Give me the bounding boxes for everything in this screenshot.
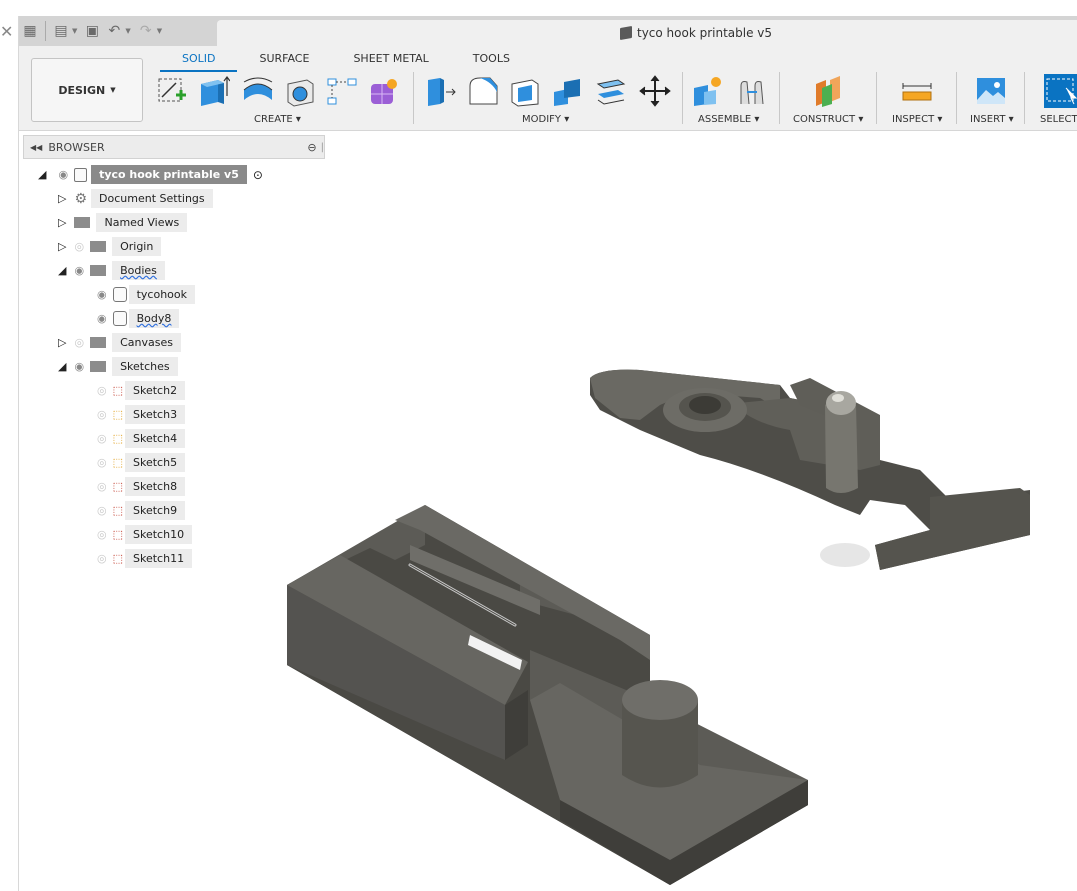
body8-model[interactable]: [287, 505, 808, 885]
image-icon: [977, 78, 1005, 104]
ribbon-divider: [682, 72, 683, 124]
ribbon-tabs: SOLID SURFACE SHEET METAL TOOLS: [160, 52, 532, 72]
inspect-group-label[interactable]: INSPECT ▾: [892, 114, 942, 125]
move-icon: [639, 75, 671, 107]
press-pull-button[interactable]: [424, 74, 458, 108]
ribbon-divider: [413, 72, 414, 124]
construct-label: CONSTRUCT: [793, 114, 856, 125]
assemble-group-label[interactable]: ASSEMBLE ▾: [698, 114, 759, 125]
shell-icon: [511, 79, 539, 107]
revolve-icon: [243, 77, 273, 100]
select-group-label[interactable]: SELECT: [1040, 114, 1077, 125]
tycohook-model[interactable]: [590, 369, 1030, 570]
move-button[interactable]: [638, 74, 672, 108]
insert-group-label[interactable]: INSERT ▾: [970, 114, 1014, 125]
measure-button[interactable]: [900, 74, 934, 108]
hole-icon: [287, 79, 314, 107]
create-label: CREATE: [254, 114, 293, 125]
create-form-button[interactable]: [367, 74, 401, 108]
document-title-text: tyco hook printable v5: [637, 26, 773, 40]
redo-icon[interactable]: ↷: [135, 20, 157, 42]
joint-icon: [740, 81, 764, 105]
new-component-icon: [694, 77, 721, 106]
ribbon-divider: [956, 72, 957, 124]
ribbon-divider: [1024, 72, 1025, 124]
combine-button[interactable]: [550, 74, 584, 108]
cursor-icon: [1046, 78, 1077, 105]
3d-viewport[interactable]: [19, 131, 1077, 891]
press-pull-icon: [428, 78, 456, 106]
tab-tools[interactable]: TOOLS: [451, 52, 532, 70]
insert-canvas-button[interactable]: [974, 74, 1008, 108]
undo-icon[interactable]: ↶: [103, 20, 125, 42]
create-sketch-button[interactable]: [155, 74, 189, 108]
undo-dropdown-icon[interactable]: ▼: [125, 27, 130, 35]
tab-surface[interactable]: SURFACE: [237, 52, 331, 70]
save-icon[interactable]: ▣: [81, 20, 103, 42]
inspect-label: INSPECT: [892, 114, 935, 125]
joint-button[interactable]: [735, 74, 769, 108]
offset-plane-button[interactable]: [812, 74, 846, 108]
extrude-icon: [201, 76, 230, 106]
assemble-label: ASSEMBLE: [698, 114, 752, 125]
measure-icon: [902, 83, 932, 101]
tab-sheet-metal[interactable]: SHEET METAL: [331, 52, 450, 70]
redo-dropdown-icon[interactable]: ▼: [157, 27, 162, 35]
quick-access-toolbar: ▦ ▤ ▼ ▣ ↶ ▼ ↷ ▼: [19, 16, 217, 46]
workspace-switcher[interactable]: DESIGN ▼: [31, 58, 143, 122]
fillet-icon: [469, 77, 498, 105]
create-group-label[interactable]: CREATE ▾: [254, 114, 301, 125]
file-dropdown-icon[interactable]: ▼: [72, 27, 77, 35]
close-icon[interactable]: ✕: [0, 22, 13, 41]
document-title: tyco hook printable v5: [620, 25, 773, 41]
construct-plane-icon: [816, 76, 840, 107]
workspace-label: DESIGN: [58, 83, 106, 97]
modify-label: MODIFY: [522, 114, 562, 125]
pattern-icon: [327, 78, 357, 105]
component-icon: [620, 25, 632, 41]
construct-group-label[interactable]: CONSTRUCT ▾: [793, 114, 863, 125]
combine-icon: [554, 79, 580, 106]
left-gutter: [0, 16, 19, 891]
select-button[interactable]: [1044, 74, 1077, 108]
offset-face-button[interactable]: [594, 74, 628, 108]
tab-solid[interactable]: SOLID: [160, 52, 238, 72]
rectangular-pattern-button[interactable]: [325, 74, 359, 108]
offset-face-icon: [596, 79, 626, 105]
hole-button[interactable]: [283, 74, 317, 108]
revolve-button[interactable]: [241, 74, 275, 108]
ribbon-divider: [779, 72, 780, 124]
shell-button[interactable]: [508, 74, 542, 108]
chevron-down-icon: ▼: [110, 86, 116, 94]
file-menu-icon[interactable]: ▤: [50, 20, 72, 42]
fillet-button[interactable]: [466, 74, 500, 108]
create-sketch-icon: [158, 78, 186, 102]
toolbar-divider: [45, 21, 46, 41]
modify-group-label[interactable]: MODIFY ▾: [522, 114, 569, 125]
window-top-strip: [0, 0, 1077, 16]
new-component-button[interactable]: [690, 74, 724, 108]
app-grid-icon[interactable]: ▦: [19, 20, 41, 42]
insert-label: INSERT: [970, 114, 1006, 125]
ribbon-divider: [876, 72, 877, 124]
form-icon: [371, 79, 397, 104]
select-label: SELECT: [1040, 114, 1077, 125]
extrude-button[interactable]: [196, 74, 230, 108]
